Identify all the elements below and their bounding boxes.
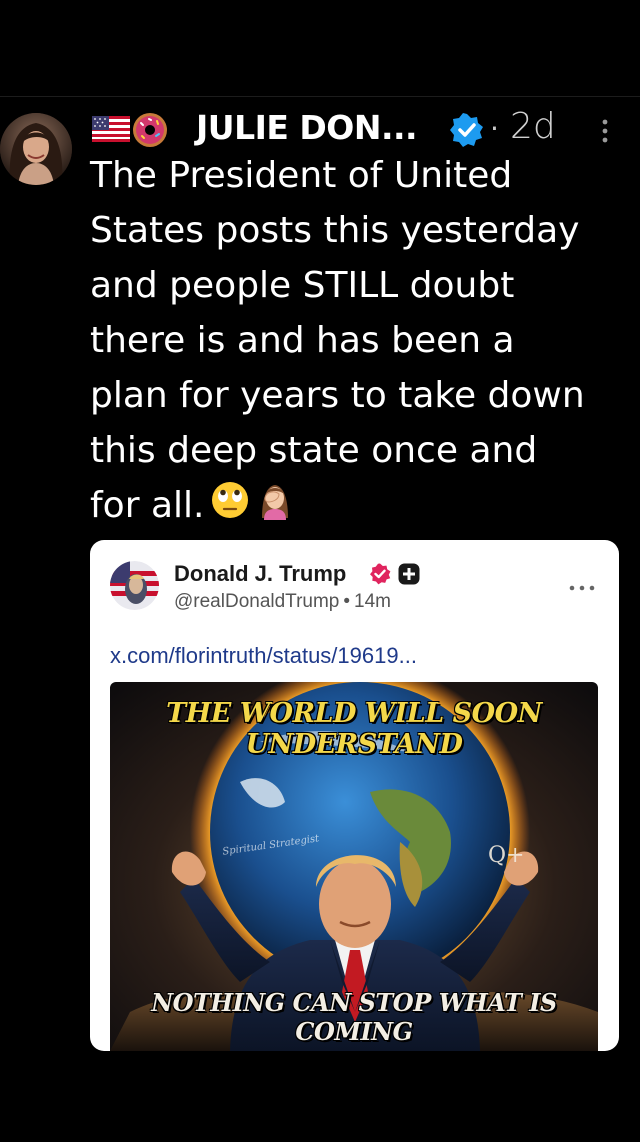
embedded-time: 14m [354, 591, 391, 612]
embedded-handle[interactable]: @realDonaldTrump [174, 591, 339, 612]
affiliate-plus-icon [398, 563, 420, 585]
author-name[interactable]: JULIE DON... [196, 108, 418, 147]
embedded-author-name[interactable]: Donald J. Trump [174, 561, 346, 587]
post-text-line: The President of United [90, 155, 513, 196]
us-flag-icon [92, 116, 130, 142]
post-text-line: and people STILL doubt [90, 265, 515, 306]
author-avatar[interactable] [0, 113, 72, 185]
post-text-line: plan for years to take down [90, 375, 585, 416]
verified-badge-icon [450, 113, 483, 147]
post-body: The President of United States posts thi… [90, 148, 620, 536]
more-vertical-icon[interactable] [590, 114, 620, 148]
embedded-link[interactable]: x.com/florintruth/status/19619... [110, 643, 417, 669]
post-text-last-line: for all. [90, 478, 620, 536]
top-divider [0, 96, 640, 97]
embedded-handle-row: @realDonaldTrump • 14m [174, 591, 391, 613]
image-top-caption: THE WORLD WILL SOON UNDERSTAND [166, 698, 542, 760]
post-text-line: there is and has been a [90, 320, 515, 361]
image-bottom-caption: NOTHING CAN STOP WHAT IS COMING [151, 988, 557, 1046]
embedded-author-avatar[interactable] [110, 561, 159, 610]
woman-facepalming-icon [262, 485, 289, 520]
embedded-post-card[interactable]: Donald J. Trump @realDonaldTrump • 14m x.c… [90, 540, 619, 1051]
post-text-line: States posts this yesterday [90, 210, 580, 251]
svg-text:Q+: Q+ [488, 843, 524, 868]
separator-dot: · [490, 112, 499, 145]
post-text-line: this deep state once and [90, 430, 538, 471]
verified-badge-icon [370, 563, 391, 585]
emoji-group [210, 478, 296, 536]
face-with-rolling-eyes-icon [212, 482, 249, 518]
handle-separator: • [343, 591, 351, 612]
post-header: JULIE DON... · 2d [90, 104, 630, 154]
post-timestamp[interactable]: 2d [510, 106, 556, 147]
more-horizontal-icon[interactable] [568, 584, 596, 592]
donut-icon [133, 113, 167, 147]
post-text-line: for all. [90, 485, 205, 526]
embedded-image[interactable]: Q+ THE WORLD WILL SOON UNDERSTAND Spirit… [110, 682, 598, 1051]
